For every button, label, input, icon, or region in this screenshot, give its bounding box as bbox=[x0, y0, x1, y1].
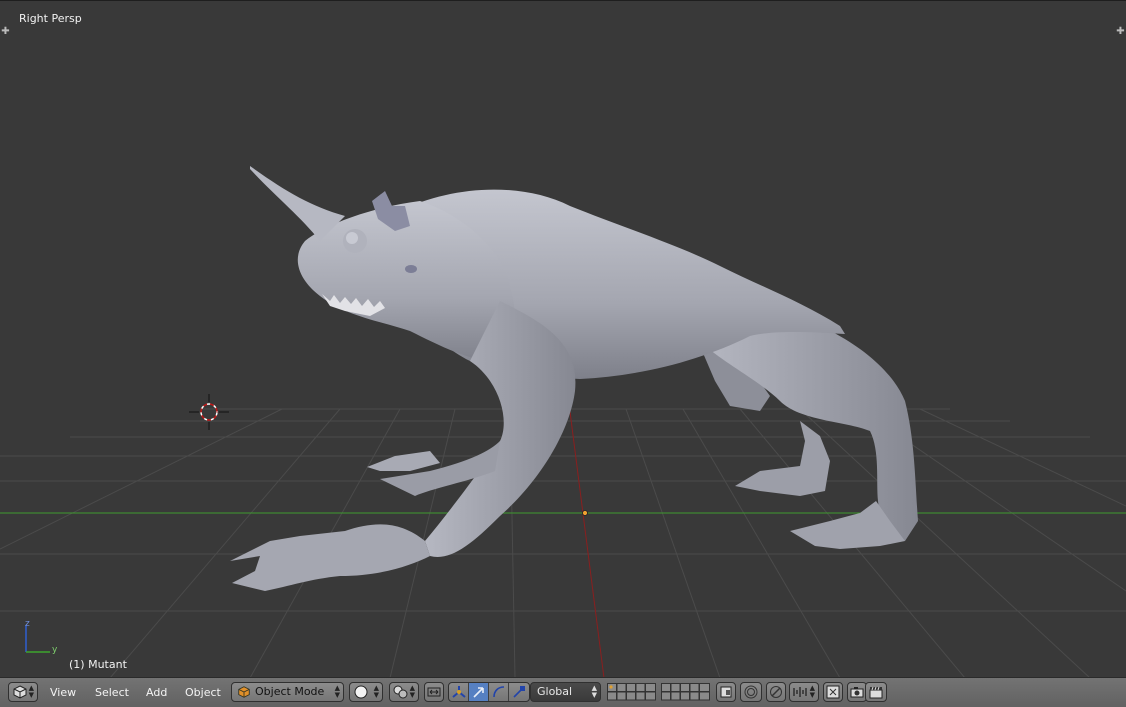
drag-select-toggle[interactable] bbox=[424, 682, 444, 702]
menu-select[interactable]: Select bbox=[95, 686, 129, 699]
layers-grid-icon bbox=[661, 683, 710, 701]
translate-arrow-icon bbox=[473, 687, 484, 698]
menu-object[interactable]: Object bbox=[185, 686, 221, 699]
mode-selector[interactable]: Object Mode ▲ ▼ bbox=[231, 682, 344, 702]
x-axis-line bbox=[567, 395, 605, 678]
3d-view-header: ▲ ▼ View Select Add Object Object Mode ▲ ▼… bbox=[0, 677, 1126, 707]
axis-gizmo bbox=[25, 625, 50, 653]
lock-layers-icon bbox=[720, 686, 732, 698]
axis-z-label: z bbox=[25, 619, 30, 629]
snap-target-button[interactable] bbox=[823, 682, 843, 702]
menu-add[interactable]: Add bbox=[146, 686, 167, 699]
layer-buttons-group-1[interactable] bbox=[607, 683, 656, 701]
manipulator-toggle-button[interactable] bbox=[449, 683, 469, 701]
active-object-label: (1) Mutant bbox=[69, 658, 127, 671]
axis-y-label: y bbox=[52, 645, 58, 655]
cube-icon bbox=[13, 685, 27, 699]
scale-icon bbox=[513, 686, 525, 698]
floor-grid bbox=[0, 408, 1126, 678]
viewport-shading-button[interactable]: ▲ ▼ bbox=[349, 682, 383, 702]
snap-element-button[interactable]: ▲ ▼ bbox=[789, 682, 819, 702]
rotate-arc-icon bbox=[493, 686, 505, 698]
blender-window: z y Right Persp (1) Mutant ✚ ✚ ▲ ▼ View S… bbox=[0, 0, 1126, 707]
pivot-point-button[interactable]: ▲ ▼ bbox=[389, 682, 419, 702]
snap-increment-icon bbox=[793, 687, 807, 697]
view-name-label: Right Persp bbox=[19, 12, 82, 25]
scale-button[interactable] bbox=[509, 683, 531, 701]
rotate-button[interactable] bbox=[489, 683, 509, 701]
render-animation-button[interactable] bbox=[865, 682, 887, 702]
layers-grid-icon bbox=[607, 683, 656, 701]
scene-canvas[interactable]: z y bbox=[0, 1, 1126, 678]
region-plus-icon[interactable]: ✚ bbox=[1115, 26, 1126, 37]
magnet-icon bbox=[770, 686, 782, 698]
editor-type-button[interactable]: ▲ ▼ bbox=[8, 682, 38, 702]
snap-toggle-button[interactable] bbox=[766, 682, 786, 702]
translate-button[interactable] bbox=[469, 683, 489, 701]
proportional-edit-icon bbox=[744, 685, 758, 699]
orientation-label: Global bbox=[537, 685, 573, 698]
render-still-button[interactable] bbox=[847, 682, 867, 702]
3d-viewport[interactable]: z y Right Persp (1) Mutant ✚ ✚ bbox=[0, 0, 1126, 678]
manipulator-group bbox=[448, 682, 530, 702]
lock-layers-button[interactable] bbox=[716, 682, 736, 702]
proportional-edit-button[interactable] bbox=[740, 682, 762, 702]
menu-view[interactable]: View bbox=[50, 686, 76, 699]
clapboard-icon bbox=[869, 686, 883, 699]
layer-buttons-group-2[interactable] bbox=[661, 683, 710, 701]
selection-arrows-icon bbox=[427, 687, 441, 697]
object-mode-cube-icon bbox=[238, 686, 250, 698]
region-plus-icon[interactable]: ✚ bbox=[0, 26, 11, 37]
snap-target-icon bbox=[826, 685, 840, 699]
mode-label: Object Mode bbox=[255, 685, 325, 698]
3d-cursor-icon[interactable] bbox=[189, 394, 229, 430]
manipulator-icon bbox=[452, 686, 466, 698]
object-origin-dot bbox=[582, 510, 588, 516]
solid-sphere-icon bbox=[354, 685, 368, 699]
transform-orientation-selector[interactable]: Global ▲ ▼ bbox=[530, 682, 601, 702]
pivot-point-icon bbox=[393, 685, 408, 699]
camera-icon bbox=[850, 687, 864, 698]
mutant-model[interactable] bbox=[230, 166, 918, 591]
